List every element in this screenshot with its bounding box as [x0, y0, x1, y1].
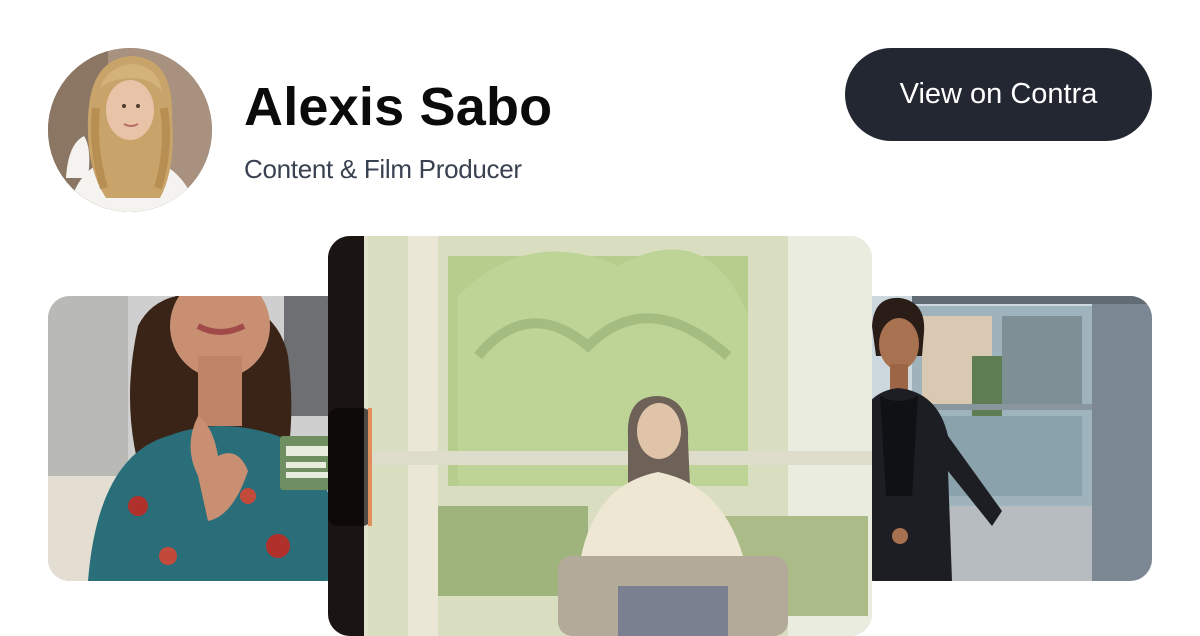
avatar: [48, 48, 212, 212]
gallery-image-right[interactable]: [852, 296, 1152, 581]
profile-name: Alexis Sabo: [244, 77, 553, 137]
view-on-contra-button[interactable]: View on Contra: [845, 48, 1152, 141]
gallery-image-left[interactable]: [48, 296, 348, 581]
gallery-image-center[interactable]: [328, 236, 872, 636]
profile-title: Content & Film Producer: [244, 154, 522, 184]
